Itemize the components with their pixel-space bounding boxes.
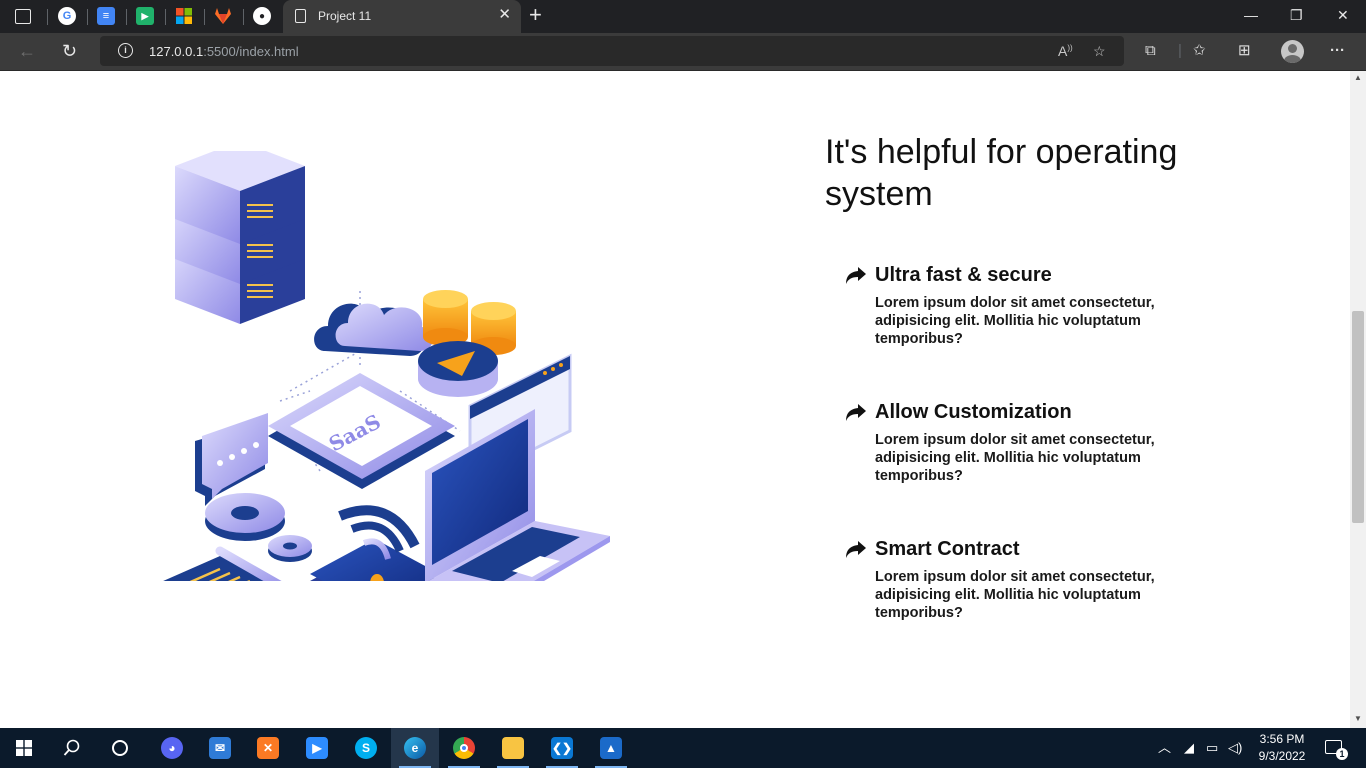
google-docs-tab-icon[interactable]: ≡ [97, 7, 115, 25]
active-tab-title: Project 11 [318, 9, 372, 23]
share-arrow-icon [846, 267, 866, 284]
chat-bubble-icon [195, 413, 268, 506]
chrome-icon [453, 737, 475, 759]
url-host: 127.0.0.1 [149, 44, 204, 59]
toolbar-separator: | [1178, 42, 1182, 59]
skype-icon: S [355, 737, 377, 759]
google-tab-icon[interactable]: G [58, 7, 76, 25]
page-scrollbar[interactable]: ▲ ▼ [1350, 71, 1366, 728]
taskbar-edge[interactable]: e [391, 728, 439, 768]
share-arrow-icon [846, 541, 866, 558]
volume-icon[interactable]: ◁) [1228, 740, 1242, 756]
folder-icon [502, 737, 524, 759]
browser-toolbar: ← ↻ i 127.0.0.1:5500/index.html A)) ☆ ⧉ … [0, 33, 1366, 71]
tab-separator [126, 9, 127, 25]
taskbar-photos[interactable]: ▲ [587, 728, 635, 768]
clock-date: 9/3/2022 [1258, 749, 1306, 763]
feature-description: Lorem ipsum dolor sit amet consectetur, … [875, 569, 1155, 621]
url-text[interactable]: 127.0.0.1:5500/index.html [149, 44, 299, 59]
document-icon [295, 9, 306, 23]
xampp-icon: ✕ [257, 737, 279, 759]
cloud-icon [314, 303, 434, 356]
windows-logo-icon [16, 740, 32, 756]
play-tab-icon[interactable]: ▶ [136, 7, 154, 25]
scroll-up-arrow-icon[interactable]: ▲ [1354, 73, 1362, 82]
search-icon [63, 739, 80, 756]
new-tab-plus-icon[interactable]: + [529, 4, 542, 26]
taskbar-zoom[interactable]: ▶ [293, 728, 341, 768]
vscode-icon: ❮❯ [551, 737, 573, 759]
microsoft-tab-icon[interactable] [175, 7, 193, 25]
site-info-icon[interactable]: i [118, 43, 133, 58]
taskbar-xampp[interactable]: ✕ [244, 728, 292, 768]
taskbar-chrome[interactable] [440, 728, 488, 768]
network-icon[interactable]: ◢ [1184, 740, 1194, 756]
taskbar-mail[interactable]: ✉ [196, 728, 244, 768]
feature-title: Allow Customization [875, 401, 1072, 423]
reload-icon[interactable]: ↻ [62, 41, 77, 61]
windows-taskbar: ◕ ✉ ✕ ▶ S e ❮❯ ▲ ︿ ◢ ▭ ◁) 3:56 PM 9/3/20… [0, 728, 1366, 768]
close-window-button[interactable]: ✕ [1337, 7, 1349, 23]
play-disk-icon [418, 341, 498, 397]
collections-icon[interactable]: ⊞ [1238, 42, 1251, 60]
extensions-icon[interactable]: ⧉ [1145, 42, 1156, 60]
notification-center-icon[interactable]: 1 [1325, 740, 1348, 760]
feature-title: Smart Contract [875, 538, 1020, 560]
taskbar-file-explorer[interactable] [489, 728, 537, 768]
browser-tab-bar: G ≡ ▶ ● Project 11 ✕ + — ❐ ✕ [0, 0, 1366, 33]
search-button[interactable] [48, 728, 96, 768]
saas-illustration: SaaS [163, 151, 610, 581]
taskbar-vscode[interactable]: ❮❯ [538, 728, 586, 768]
zoom-icon: ▶ [306, 737, 328, 759]
feature-description: Lorem ipsum dolor sit amet consectetur, … [875, 295, 1155, 347]
tab-separator [165, 9, 166, 25]
server-rack-icon [175, 151, 305, 324]
taskbar-discord[interactable]: ◕ [148, 728, 196, 768]
profile-avatar[interactable] [1281, 40, 1304, 63]
discord-icon: ◕ [161, 737, 183, 759]
scrollbar-thumb[interactable] [1352, 311, 1364, 523]
taskbar-skype[interactable]: S [342, 728, 390, 768]
cortana-button[interactable] [96, 728, 144, 768]
notification-badge: 1 [1336, 748, 1348, 760]
section-heading: It's helpful for operating system [825, 133, 1178, 213]
add-favorite-icon[interactable]: ☆ [1093, 43, 1106, 60]
feature-title: Ultra fast & secure [875, 264, 1052, 286]
tab-actions-icon[interactable] [15, 9, 31, 24]
active-tab[interactable]: Project 11 ✕ [283, 0, 521, 33]
share-arrow-icon [846, 404, 866, 421]
tab-separator [243, 9, 244, 25]
minimize-button[interactable]: — [1244, 7, 1258, 23]
back-arrow-icon[interactable]: ← [18, 41, 36, 61]
taskbar-clock[interactable]: 3:56 PM 9/3/2022 [1252, 731, 1312, 765]
github-tab-icon[interactable]: ● [253, 7, 271, 25]
notebook-icon [163, 546, 282, 581]
battery-icon[interactable]: ▭ [1206, 740, 1218, 756]
photos-icon: ▲ [600, 737, 622, 759]
clock-time: 3:56 PM [1259, 732, 1305, 746]
favorites-icon[interactable]: ✩ [1193, 42, 1206, 60]
tab-separator [204, 9, 205, 25]
scroll-down-arrow-icon[interactable]: ▼ [1354, 714, 1362, 723]
mail-icon: ✉ [209, 737, 231, 759]
phone-wifi-icon [310, 505, 440, 581]
address-bar[interactable]: i 127.0.0.1:5500/index.html A)) ☆ [100, 36, 1124, 66]
edge-icon: e [404, 737, 426, 759]
feature-description: Lorem ipsum dolor sit amet consectetur, … [875, 432, 1155, 484]
start-button[interactable] [0, 728, 48, 768]
restore-button[interactable]: ❐ [1290, 7, 1303, 23]
read-aloud-icon[interactable]: A)) [1058, 43, 1073, 59]
gitlab-tab-icon[interactable] [214, 7, 232, 25]
url-path: :5500/index.html [203, 44, 299, 59]
show-hidden-icons-chevron-icon[interactable]: ︿ [1158, 740, 1171, 756]
tab-separator [87, 9, 88, 25]
close-tab-icon[interactable]: ✕ [498, 7, 511, 23]
tab-separator [47, 9, 48, 25]
page-viewport: SaaS It's helpful for operating system U… [0, 71, 1350, 728]
more-menu-icon[interactable]: ··· [1330, 42, 1345, 60]
cortana-circle-icon [112, 740, 128, 756]
